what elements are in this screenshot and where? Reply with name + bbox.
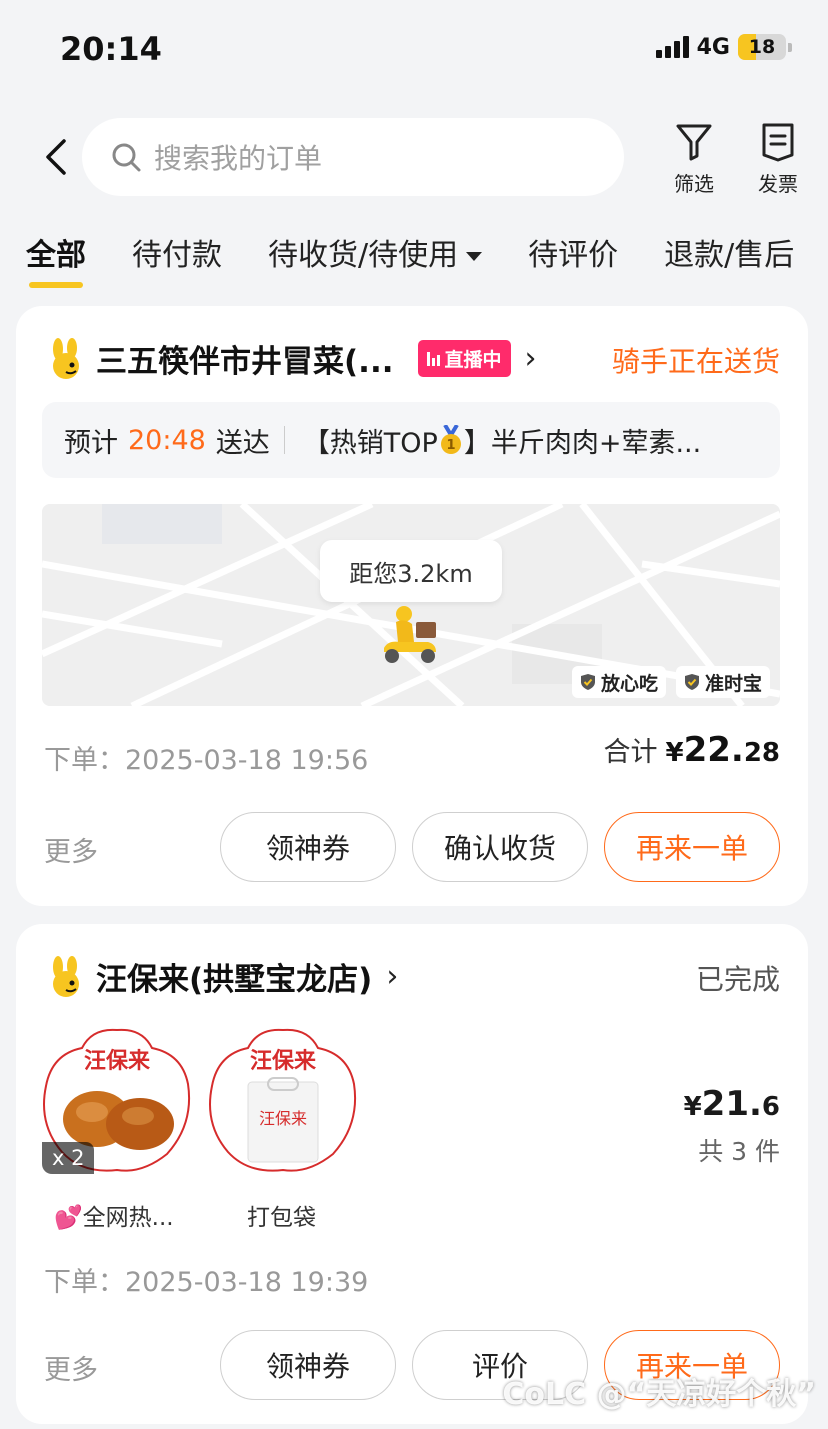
item-count: 共 3 件	[698, 1137, 780, 1166]
total-integer: 22.	[683, 730, 744, 770]
item-summary-a: 【热销TOP	[302, 427, 438, 459]
order-card[interactable]: 汪保来(拱墅宝龙店) › 已完成 汪保来 x 2 汪保来 汪保来 💕全网热...…	[16, 924, 808, 1424]
coupon-button[interactable]: 领神券	[220, 1330, 396, 1400]
live-badge: 直播中	[417, 340, 511, 377]
invoice-label: 发票	[758, 172, 798, 196]
price-currency: ¥	[683, 1092, 702, 1122]
kangaroo-logo-icon	[53, 955, 79, 997]
total-label: 合计	[603, 737, 658, 768]
brand-text: 汪保来	[250, 1049, 317, 1074]
total-decimal: 28	[743, 738, 780, 768]
eta-prefix: 预计	[64, 427, 118, 459]
filter-button[interactable]: 筛选	[659, 122, 729, 197]
shop-name: 三五筷伴市井冒菜(...	[96, 344, 394, 380]
caret-down-icon	[466, 252, 483, 261]
order-price: ¥ 21. 6	[684, 1084, 780, 1124]
svg-text:1: 1	[446, 438, 455, 453]
delivery-map[interactable]: 距您3.2km 放心吃 准时宝	[42, 504, 780, 706]
status-time: 20:14	[60, 30, 162, 68]
packing-bag-image-icon: 汪保来 汪保来	[209, 1028, 357, 1172]
invoice-button[interactable]: 发票	[743, 122, 813, 197]
brand-text: 汪保来	[84, 1049, 151, 1074]
battery-level: 18	[748, 36, 776, 58]
product-image[interactable]: 汪保来 汪保来	[208, 1024, 358, 1174]
kangaroo-logo-icon	[53, 337, 79, 379]
tab-all[interactable]: 全部	[26, 230, 86, 288]
brand-text: 汪保来	[259, 1109, 307, 1128]
guarantee-badge-1: 放心吃	[572, 666, 667, 698]
shop-name: 汪保来(拱墅宝龙店)	[96, 962, 373, 998]
more-link[interactable]: 更多	[44, 830, 98, 869]
reorder-button[interactable]: 再来一单	[604, 812, 780, 882]
search-input[interactable]: 搜索我的订单	[82, 118, 624, 196]
live-badge-label: 直播中	[444, 349, 502, 371]
order-time: 下单：2025-03-18 19:56	[44, 745, 369, 776]
live-bars-icon	[426, 351, 440, 366]
battery-icon: 18	[738, 34, 786, 60]
product-name: 打包袋	[247, 1205, 316, 1231]
status-indicators: 4G 18	[655, 34, 792, 60]
order-status: 骑手正在送货	[611, 345, 780, 378]
shop-header[interactable]: 三五筷伴市井冒菜(... 直播中 ›	[46, 336, 537, 381]
guarantee-badge-2: 准时宝	[676, 666, 771, 698]
tab-refund[interactable]: 退款/售后	[664, 230, 794, 274]
shop-header[interactable]: 汪保来(拱墅宝龙店) ›	[46, 954, 398, 999]
back-icon[interactable]	[38, 137, 78, 177]
order-total: 合计 ¥ 22. 28	[603, 730, 780, 770]
delivery-eta-bar[interactable]: 预计 20:48 送达 【热销TOP 1 】半斤肉肉+荤素...	[42, 402, 780, 478]
guarantee-label-2: 准时宝	[705, 672, 763, 695]
watermark: CoLC @“天凉好个秋”	[502, 1377, 816, 1412]
order-time: 下单：2025-03-18 19:39	[44, 1267, 369, 1298]
gold-medal-icon: 1	[440, 425, 461, 454]
search-placeholder: 搜索我的订单	[154, 142, 323, 175]
tab-pending-receipt-label: 待收货/待使用	[268, 238, 459, 273]
price-integer: 21.	[701, 1084, 762, 1124]
tab-pending-receipt[interactable]: 待收货/待使用	[268, 230, 483, 274]
eta-time: 20:48	[128, 424, 206, 456]
guarantee-label-1: 放心吃	[601, 672, 659, 695]
order-card[interactable]: 三五筷伴市井冒菜(... 直播中 › 骑手正在送货 预计 20:48 送达 【热…	[16, 306, 808, 906]
chevron-right-icon: ›	[386, 959, 399, 994]
network-type: 4G	[696, 34, 730, 60]
filter-icon	[676, 124, 712, 161]
quantity-badge: x 2	[42, 1142, 95, 1174]
tab-pending-review[interactable]: 待评价	[528, 230, 618, 274]
coupon-button[interactable]: 领神券	[220, 812, 396, 882]
more-link[interactable]: 更多	[44, 1348, 98, 1387]
signal-icon	[655, 36, 689, 58]
chevron-right-icon: ›	[524, 341, 537, 376]
product-name: 💕全网热...	[54, 1205, 174, 1231]
eta-suffix: 送达	[215, 427, 270, 459]
search-icon	[112, 143, 141, 172]
filter-label: 筛选	[674, 172, 714, 196]
shield-icon	[685, 674, 699, 690]
distance-bubble: 距您3.2km	[320, 540, 502, 602]
confirm-receipt-button[interactable]: 确认收货	[412, 812, 588, 882]
product-image[interactable]: 汪保来 x 2	[42, 1024, 192, 1174]
item-summary-b: 】半斤肉肉+荤素...	[463, 427, 702, 459]
delivery-rider-icon	[384, 606, 436, 663]
tab-pending-payment[interactable]: 待付款	[132, 230, 222, 274]
shield-icon	[581, 674, 595, 690]
invoice-icon	[762, 123, 794, 162]
total-currency: ¥	[665, 738, 684, 768]
order-tabs: 全部 待付款 待收货/待使用 待评价 退款/售后	[26, 230, 828, 288]
price-decimal: 6	[761, 1092, 780, 1122]
order-status: 已完成	[695, 963, 780, 996]
